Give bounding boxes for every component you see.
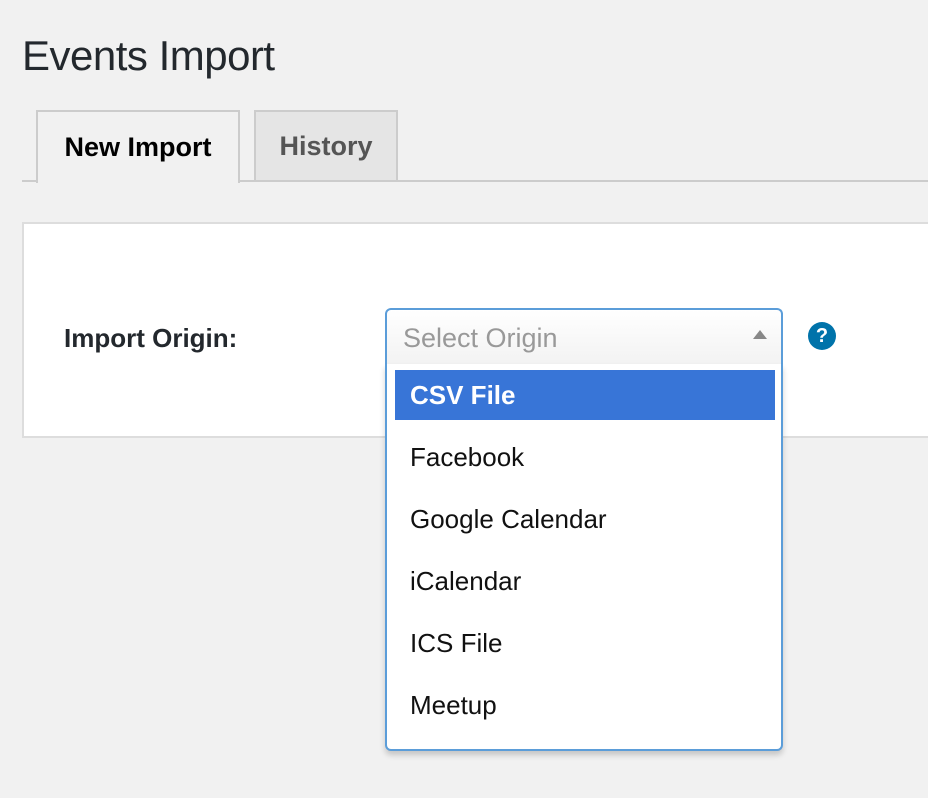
help-circle-icon[interactable]: ? [808,322,836,350]
origin-option-ics-file[interactable]: ICS File [395,618,775,668]
tab-history[interactable]: History [254,110,398,180]
chevron-up-icon [753,330,767,339]
import-origin-select[interactable]: Select Origin [385,308,783,366]
origin-option-csv-file[interactable]: CSV File [395,370,775,420]
origin-option-icalendar[interactable]: iCalendar [395,556,775,606]
page-title: Events Import [22,32,275,79]
origin-dropdown: CSV File Facebook Google Calendar iCalen… [385,364,783,751]
events-import-page: Events Import New Import History Import … [0,0,928,798]
origin-option-facebook[interactable]: Facebook [395,432,775,482]
tab-new-import[interactable]: New Import [36,110,240,183]
select-placeholder: Select Origin [403,323,558,353]
origin-option-google-calendar[interactable]: Google Calendar [395,494,775,544]
import-origin-label: Import Origin: [64,323,238,353]
origin-option-meetup[interactable]: Meetup [395,680,775,730]
